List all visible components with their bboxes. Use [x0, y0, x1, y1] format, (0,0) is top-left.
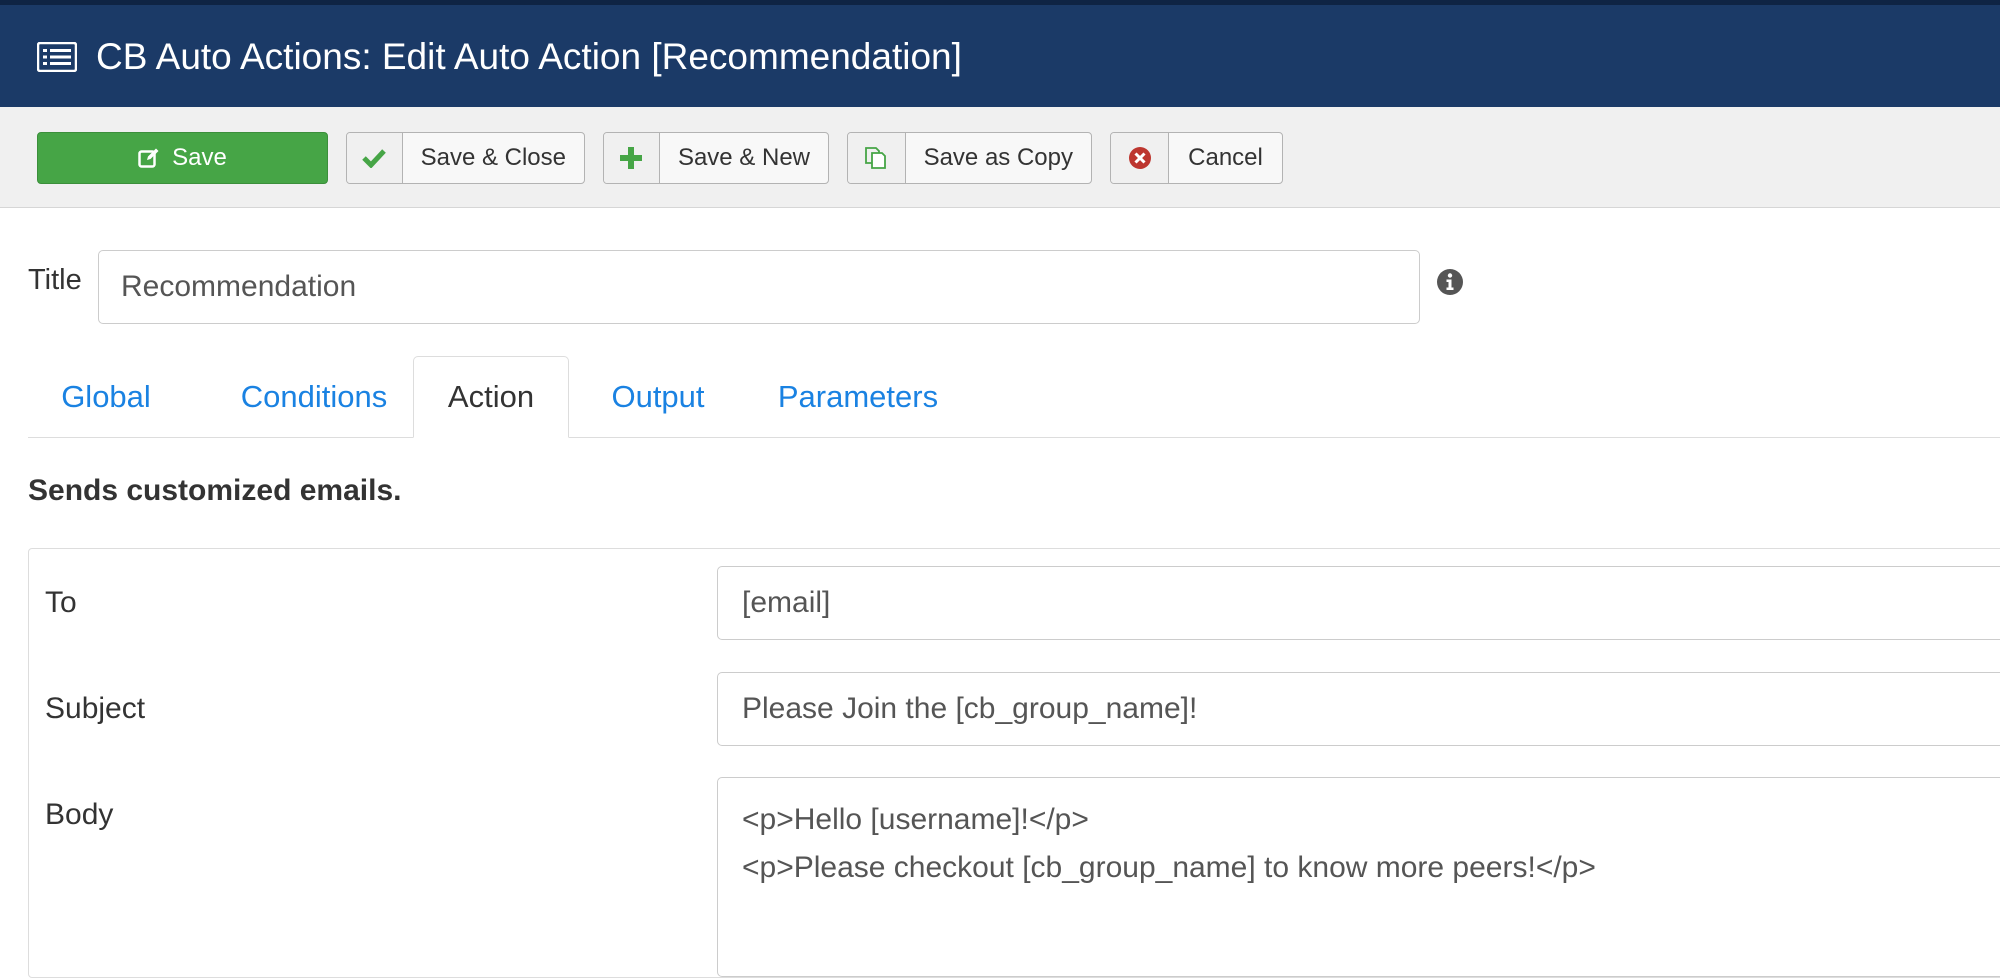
save-button[interactable]: Save — [37, 132, 328, 184]
save-copy-label: Save as Copy — [923, 144, 1073, 171]
body-textarea[interactable]: <p>Hello [username]!</p> <p>Please check… — [717, 777, 2000, 977]
tab-output[interactable]: Output — [580, 356, 736, 437]
tab-conditions[interactable]: Conditions — [204, 356, 424, 437]
subject-input[interactable] — [717, 672, 2000, 746]
check-icon — [347, 133, 403, 183]
info-icon[interactable] — [1436, 268, 1464, 296]
tab-global[interactable]: Global — [28, 356, 184, 437]
cancel-circle-icon — [1111, 133, 1169, 183]
tab-parameters[interactable]: Parameters — [748, 356, 968, 437]
tab-bar: Global Conditions Action Output Paramete… — [28, 356, 2000, 438]
save-close-label: Save & Close — [420, 144, 566, 171]
cancel-label: Cancel — [1188, 144, 1263, 171]
save-copy-button[interactable]: Save as Copy — [847, 132, 1092, 184]
save-button-label: Save — [172, 144, 227, 171]
edit-icon — [138, 148, 159, 168]
save-close-button[interactable]: Save & Close — [346, 132, 585, 184]
action-description: Sends customized emails. — [28, 474, 402, 507]
list-icon — [37, 42, 77, 72]
page-title: CB Auto Actions: Edit Auto Action [Recom… — [96, 36, 962, 77]
page-header: CB Auto Actions: Edit Auto Action [Recom… — [0, 0, 2000, 107]
to-label: To — [45, 586, 77, 619]
cancel-button[interactable]: Cancel — [1110, 132, 1283, 184]
copy-icon — [848, 133, 906, 183]
save-new-button[interactable]: Save & New — [603, 132, 829, 184]
title-input[interactable] — [98, 250, 1420, 324]
title-label: Title — [28, 264, 82, 296]
save-new-label: Save & New — [677, 144, 810, 171]
subject-label: Subject — [45, 692, 146, 725]
plus-icon — [604, 133, 660, 183]
to-input[interactable] — [717, 566, 2000, 640]
toolbar: Save Save & Close Save & New Save as Cop… — [0, 107, 2000, 208]
tab-action[interactable]: Action — [413, 356, 569, 438]
body-label: Body — [45, 798, 114, 831]
